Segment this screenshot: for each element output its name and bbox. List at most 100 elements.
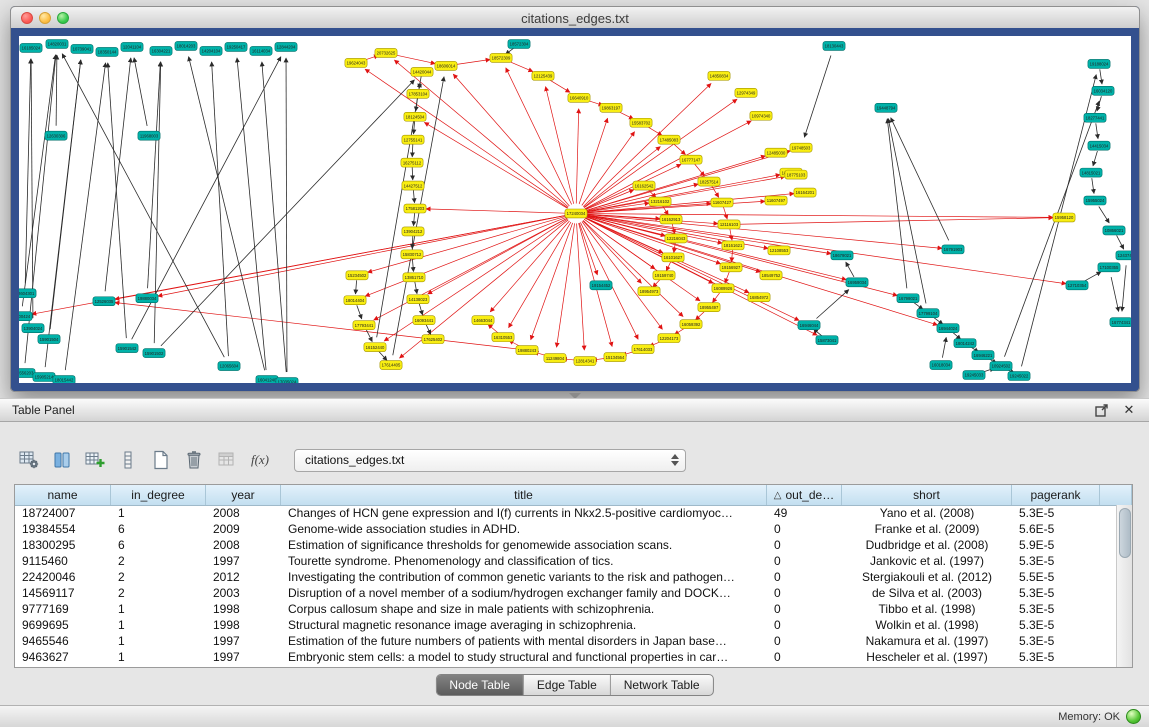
graph-edge[interactable] [730, 229, 732, 241]
graph-node[interactable]: 16640910 [568, 93, 590, 102]
table-row[interactable]: 969969511998Structural magnetic resonanc… [15, 617, 1117, 633]
zoom-window-button[interactable] [57, 12, 69, 24]
graph-node[interactable]: 12974349 [735, 88, 757, 97]
graph-node[interactable]: 17485083 [658, 135, 680, 144]
graph-edge[interactable] [161, 80, 415, 346]
graph-node[interactable]: 14415034 [1088, 141, 1110, 150]
graph-node[interactable]: 18014242 [954, 339, 976, 348]
graph-node[interactable]: 19159740 [653, 271, 675, 280]
graph-edge[interactable] [1096, 123, 1098, 138]
graph-node[interactable]: 18015442 [53, 376, 75, 383]
graph-node[interactable]: 17035024 [276, 378, 298, 383]
graph-edge[interactable] [1099, 207, 1109, 223]
graph-node[interactable]: 19863197 [600, 103, 622, 112]
graph-node[interactable]: 17793441 [353, 321, 375, 330]
graph-node[interactable]: 15901542 [116, 344, 138, 353]
graph-node[interactable]: 16034120 [1092, 86, 1114, 95]
graph-node[interactable]: 14820031 [46, 39, 68, 48]
graph-edge[interactable] [1092, 178, 1094, 193]
graph-node[interactable]: 18130443 [823, 41, 845, 50]
graph-node[interactable]: 18014203 [175, 41, 197, 50]
graph-node[interactable]: 10924502 [990, 362, 1012, 371]
graph-node[interactable]: 12630306 [45, 131, 67, 140]
table-row[interactable]: 911546021997Tourette syndrome. Phenomeno… [15, 553, 1117, 569]
column-header-title[interactable]: title [281, 485, 767, 505]
graph-edge[interactable] [1083, 272, 1101, 282]
graph-edge[interactable] [584, 99, 737, 208]
graph-node[interactable]: 16854972 [748, 293, 770, 302]
graph-node[interactable]: 16164201 [794, 188, 816, 197]
graph-node[interactable]: 18014404 [344, 296, 366, 305]
graph-node[interactable]: 12604301 [19, 289, 36, 298]
graph-edge[interactable] [262, 62, 286, 372]
graph-node[interactable]: 12844204 [275, 42, 297, 51]
close-window-button[interactable] [21, 12, 33, 24]
graph-node[interactable]: 16959034 [846, 278, 868, 287]
graph-node[interactable]: 16093441 [413, 316, 435, 325]
graph-edge[interactable] [412, 259, 413, 272]
scrollbar-thumb[interactable] [1119, 508, 1131, 558]
graph-edge[interactable] [550, 80, 570, 92]
graph-node[interactable]: 17614405 [380, 361, 402, 370]
graph-node[interactable]: 16162913 [660, 215, 682, 224]
graph-node[interactable]: 11249804 [544, 354, 566, 363]
graph-node[interactable]: 12041104 [121, 42, 143, 51]
graph-edge[interactable] [579, 223, 597, 275]
graph-edge[interactable] [582, 132, 635, 206]
close-panel-icon[interactable]: ✕ [1121, 402, 1137, 418]
graph-node[interactable]: 18606014 [435, 61, 457, 70]
import-table-button[interactable] [214, 447, 240, 473]
delete-table-button[interactable] [181, 447, 207, 473]
graph-edge[interactable] [1117, 235, 1124, 249]
graph-edge[interactable] [419, 303, 422, 315]
table-row[interactable]: 977716911998Corpus callosum shape and si… [15, 601, 1117, 617]
graph-node[interactable]: 14427512 [402, 181, 424, 190]
graph-node[interactable]: 12216043 [665, 234, 687, 243]
graph-edge[interactable] [415, 282, 417, 294]
column-header-year[interactable]: year [206, 485, 281, 505]
graph-node[interactable]: 19156927 [720, 263, 742, 272]
graph-edge[interactable] [509, 62, 532, 72]
graph-edge[interactable] [1122, 265, 1126, 311]
graph-edge[interactable] [585, 190, 634, 210]
column-header-pagerank[interactable]: pagerank [1012, 485, 1100, 505]
graph-edge[interactable] [1097, 96, 1101, 111]
graph-node[interactable]: 12437403 [1116, 251, 1131, 260]
graph-edge[interactable] [586, 156, 766, 211]
graph-node[interactable]: 14138023 [407, 295, 429, 304]
graph-node[interactable]: 16304221 [150, 46, 172, 55]
new-table-button[interactable] [148, 447, 174, 473]
graph-edge[interactable] [1111, 277, 1119, 311]
graph-node[interactable]: 16152440 [364, 343, 386, 352]
graph-node[interactable]: 16946221 [972, 351, 994, 360]
graph-node[interactable]: 17799104 [917, 309, 939, 318]
minimize-window-button[interactable] [39, 12, 51, 24]
graph-node[interactable]: 11607427 [711, 198, 733, 207]
graph-node[interactable]: 18954973 [638, 287, 660, 296]
graph-node[interactable]: 14663044 [472, 316, 494, 325]
graph-edge[interactable] [846, 262, 854, 277]
graph-node[interactable]: 18775103 [785, 170, 807, 179]
table-row[interactable]: 1456911722003Disruption of a novel membe… [15, 585, 1117, 601]
table-row[interactable]: 1938455462009Genome-wide association stu… [15, 521, 1117, 537]
graph-node[interactable]: 12526035 [93, 297, 115, 306]
graph-edge[interactable] [887, 119, 907, 289]
graph-node[interactable]: 17581203 [404, 204, 426, 213]
graph-node[interactable]: 12485030 [765, 148, 787, 157]
graph-edge[interactable] [453, 74, 569, 206]
graph-edge[interactable] [673, 144, 685, 155]
graph-node[interactable]: 19250417 [225, 42, 247, 51]
graph-edge[interactable] [366, 330, 372, 342]
graph-node[interactable]: 18679021 [831, 251, 853, 260]
graph-node[interactable]: 15901504 [38, 335, 60, 344]
graph-edge[interactable] [412, 167, 413, 180]
graph-edge[interactable] [666, 261, 671, 271]
graph-node[interactable]: 14204104 [200, 46, 222, 55]
graph-node[interactable]: 19188024 [1088, 59, 1110, 68]
graph-node[interactable]: 16185024 [20, 43, 42, 52]
graph-edge[interactable] [456, 60, 490, 65]
graph-edge[interactable] [414, 121, 415, 134]
graph-node[interactable]: 13904212 [402, 227, 424, 236]
graph-edge[interactable] [426, 209, 566, 213]
graph-node[interactable]: 16101627 [662, 253, 684, 262]
